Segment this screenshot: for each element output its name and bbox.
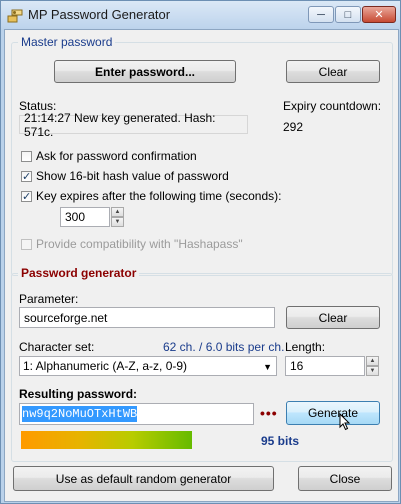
show-hash-checkbox[interactable]: ✓ Show 16-bit hash value of password xyxy=(21,169,229,183)
status-field: 21:14:27 New key generated. Hash: 571c. xyxy=(19,111,248,139)
charset-label: Character set: xyxy=(19,340,95,354)
show-hash-label: Show 16-bit hash value of password xyxy=(36,169,229,183)
window-title: MP Password Generator xyxy=(28,7,171,22)
app-window: MP Password Generator ─ □ ✕ Master passw… xyxy=(0,0,401,504)
chevron-down-icon: ▼ xyxy=(263,362,272,372)
spin-up-icon[interactable]: ▲ xyxy=(111,207,124,217)
enter-password-button[interactable]: Enter password... xyxy=(54,60,236,83)
parameter-input[interactable]: sourceforge.net xyxy=(19,307,275,328)
ellipsis-icon[interactable]: ••• xyxy=(260,405,278,421)
close-icon[interactable]: ✕ xyxy=(362,6,396,23)
parameter-label: Parameter: xyxy=(19,292,79,306)
charset-info: 62 ch. / 6.0 bits per ch. xyxy=(163,340,285,354)
client-area: Master password Enter password... Clear … xyxy=(4,29,399,502)
spin-up-icon[interactable]: ▲ xyxy=(366,356,379,366)
result-field[interactable]: nw9q2NoMuOTxHtWB xyxy=(19,403,254,425)
use-default-generator-button[interactable]: Use as default random generator xyxy=(13,466,274,491)
result-password-text: nw9q2NoMuOTxHtWB xyxy=(22,406,138,422)
checkbox-box xyxy=(21,238,32,250)
ask-confirmation-label: Ask for password confirmation xyxy=(36,149,197,163)
maximize-icon[interactable]: □ xyxy=(335,6,361,23)
expiry-countdown-value: 292 xyxy=(283,120,304,134)
spin-down-icon[interactable]: ▼ xyxy=(366,366,379,376)
key-expires-label: Key expires after the following time (se… xyxy=(36,189,282,203)
close-button[interactable]: Close xyxy=(298,466,392,491)
result-label: Resulting password: xyxy=(19,387,138,401)
ask-confirmation-checkbox[interactable]: Ask for password confirmation xyxy=(21,149,197,163)
mouse-cursor-icon xyxy=(339,412,351,434)
master-password-legend: Master password xyxy=(18,35,116,49)
parameter-clear-button[interactable]: Clear xyxy=(286,306,380,329)
strength-bar xyxy=(21,431,192,449)
key-expires-checkbox[interactable]: ✓ Key expires after the following time (… xyxy=(21,189,281,203)
title-bar[interactable]: MP Password Generator ─ □ ✕ xyxy=(1,1,400,29)
expiry-countdown-label: Expiry countdown: xyxy=(283,99,382,113)
length-input[interactable]: 16 xyxy=(285,356,365,376)
hashapass-label: Provide compatibility with "Hashapass" xyxy=(36,237,243,251)
minimize-icon[interactable]: ─ xyxy=(308,6,334,23)
checkbox-box: ✓ xyxy=(21,190,32,203)
checkbox-box xyxy=(21,150,32,162)
key-icon xyxy=(7,7,23,23)
password-generator-legend: Password generator xyxy=(18,266,140,280)
generate-button[interactable]: Generate xyxy=(286,401,380,425)
charset-select[interactable]: 1: Alphanumeric (A-Z, a-z, 0-9) ▼ xyxy=(19,356,277,376)
expiry-seconds-input[interactable]: 300 xyxy=(60,207,110,227)
charset-selected-value: 1: Alphanumeric (A-Z, a-z, 0-9) xyxy=(23,359,188,373)
spin-down-icon[interactable]: ▼ xyxy=(111,217,124,227)
master-clear-button[interactable]: Clear xyxy=(286,60,380,83)
checkbox-box: ✓ xyxy=(21,170,32,183)
length-label: Length: xyxy=(285,340,326,354)
bits-label: 95 bits xyxy=(261,434,300,448)
hashapass-checkbox[interactable]: Provide compatibility with "Hashapass" xyxy=(21,237,243,251)
